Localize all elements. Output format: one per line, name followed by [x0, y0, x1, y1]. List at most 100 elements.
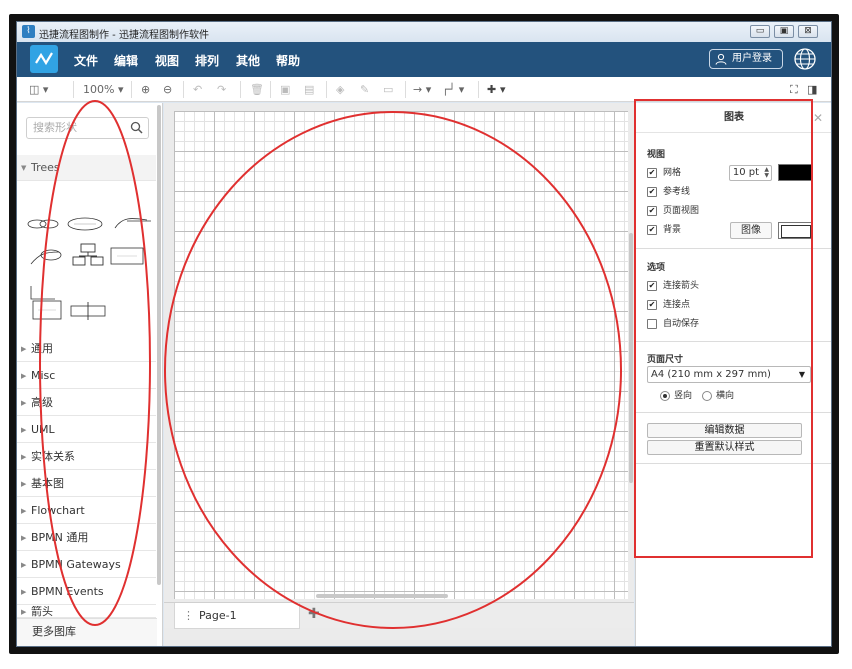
- guides-label: 参考线: [663, 187, 691, 197]
- canvas-horizontal-scrollbar[interactable]: [316, 594, 448, 598]
- chevron-right-icon: ▶: [21, 588, 27, 596]
- close-button[interactable]: ⊠: [798, 25, 818, 38]
- menu-edit[interactable]: 编辑: [114, 52, 138, 69]
- autosave-label: 自动保存: [663, 319, 700, 329]
- close-icon[interactable]: ✕: [813, 103, 823, 133]
- menu-help[interactable]: 帮助: [276, 52, 300, 69]
- grid-label: 网格: [663, 168, 682, 178]
- grid-size-input[interactable]: 10 pt ▲ ▼: [729, 165, 772, 181]
- section-entity-relation[interactable]: ▶ 实体关系: [17, 444, 156, 470]
- tree-shape-branch[interactable]: [114, 218, 151, 229]
- connection-points-checkbox[interactable]: ✔ 连接点: [647, 299, 690, 311]
- section-bpmn-gateways[interactable]: ▶ BPMN Gateways: [17, 552, 156, 578]
- landscape-radio[interactable]: 横向: [702, 390, 734, 402]
- format-panel: 图表 ✕ 视图 ✔ 网格 10 pt ▲ ▼ ✔ 参考线 ✔ 页面视图 ✔ 背景 图像 选项…: [635, 103, 831, 646]
- menu-arrange[interactable]: 排列: [195, 52, 219, 69]
- tree-shape-central-idea[interactable]: [67, 217, 103, 231]
- section-label: 基本图: [31, 477, 64, 490]
- undo-icon[interactable]: ↶: [193, 82, 202, 97]
- landscape-label: 横向: [716, 391, 735, 401]
- fit-icon[interactable]: ⛶: [790, 82, 798, 97]
- grid-checkbox[interactable]: ✔ 网格: [647, 167, 681, 179]
- search-input[interactable]: 搜索形状: [26, 117, 149, 139]
- section-basic[interactable]: ▶ 基本图: [17, 471, 156, 497]
- section-bpmn-general[interactable]: ▶ BPMN 通用: [17, 525, 156, 551]
- fill-color-icon[interactable]: ◈: [336, 82, 344, 97]
- page-tab-bar: ⋮ Page-1 ✚: [164, 602, 634, 629]
- connection-arrows-checkbox[interactable]: ✔ 连接箭头: [647, 280, 699, 292]
- section-label: 实体关系: [31, 450, 75, 463]
- to-back-icon[interactable]: ▤: [304, 82, 314, 97]
- toolbar-separator: [405, 81, 406, 98]
- reset-style-button[interactable]: 重置默认样式: [647, 440, 802, 455]
- tree-shape-connector[interactable]: [70, 302, 106, 320]
- page-view-label: 页面视图: [663, 206, 700, 216]
- tree-shape-sub-tree[interactable]: [110, 247, 144, 265]
- background-image-button[interactable]: 图像: [730, 222, 772, 239]
- grid-color-swatch[interactable]: [778, 164, 812, 181]
- redo-icon[interactable]: ↷: [217, 82, 226, 97]
- zoom-out-icon[interactable]: ⊖: [163, 82, 172, 97]
- tree-shape-sub-topic[interactable]: [30, 249, 62, 265]
- chevron-down-icon: ▼: [21, 164, 27, 172]
- tree-shape-mindmap[interactable]: [27, 219, 59, 229]
- waypoints-icon[interactable]: ┌┘ ▾: [442, 82, 464, 97]
- chevron-right-icon: ▶: [21, 453, 27, 461]
- to-front-icon[interactable]: ▣: [280, 82, 290, 97]
- background-color-swatch[interactable]: [778, 222, 812, 239]
- portrait-radio[interactable]: 竖向: [660, 390, 692, 402]
- spinner-icon[interactable]: ▲ ▼: [764, 167, 769, 179]
- search-icon[interactable]: [130, 121, 143, 134]
- page-view-icon[interactable]: ◫ ▾: [29, 82, 48, 97]
- login-label: 用户登录: [732, 53, 772, 64]
- tree-shape-container[interactable]: [30, 286, 62, 320]
- section-bpmn-events[interactable]: ▶ BPMN Events: [17, 579, 156, 605]
- zoom-in-icon[interactable]: ⊕: [141, 82, 150, 97]
- portrait-label: 竖向: [674, 391, 693, 401]
- insert-icon[interactable]: ✚ ▾: [487, 82, 506, 97]
- line-color-icon[interactable]: ✎: [360, 82, 369, 97]
- login-button[interactable]: 用户登录: [709, 49, 783, 69]
- diagram-grid-canvas[interactable]: [174, 111, 628, 599]
- background-checkbox[interactable]: ✔ 背景: [647, 224, 681, 236]
- canvas-vertical-scrollbar[interactable]: [629, 233, 633, 483]
- fullscreen-icon[interactable]: ◨: [807, 82, 817, 97]
- menu-extras[interactable]: 其他: [236, 52, 260, 69]
- delete-icon[interactable]: 🗑: [250, 82, 264, 97]
- section-label: Misc: [31, 369, 56, 382]
- radio-selected-icon: [660, 391, 670, 401]
- autosave-checkbox[interactable]: 自动保存: [647, 318, 699, 330]
- section-misc[interactable]: ▶ Misc: [17, 363, 156, 389]
- panel-divider: [636, 341, 831, 342]
- page-tab-label: Page-1: [199, 609, 237, 622]
- page-view-checkbox[interactable]: ✔ 页面视图: [647, 205, 699, 217]
- section-flowchart[interactable]: ▶ Flowchart: [17, 498, 156, 524]
- page-size-select[interactable]: A4 (210 mm x 297 mm) ▼: [647, 366, 811, 383]
- canvas-area: ⋮ Page-1 ✚: [164, 103, 634, 646]
- menu-view[interactable]: 视图: [155, 52, 179, 69]
- tree-shape-org-chart[interactable]: [72, 243, 104, 266]
- add-page-icon[interactable]: ✚: [308, 606, 320, 622]
- menu-file[interactable]: 文件: [74, 52, 98, 69]
- more-shapes-button[interactable]: 更多图库: [17, 618, 157, 646]
- section-trees[interactable]: ▼ Trees: [17, 155, 156, 181]
- shadow-icon[interactable]: ▭: [383, 82, 393, 97]
- section-advanced[interactable]: ▶ 高级: [17, 390, 156, 416]
- panel-divider: [636, 463, 831, 464]
- connection-icon[interactable]: → ▾: [413, 82, 431, 97]
- guides-checkbox[interactable]: ✔ 参考线: [647, 186, 690, 198]
- zoom-select[interactable]: 100% ▾: [83, 82, 123, 97]
- page-tab[interactable]: ⋮ Page-1: [174, 603, 300, 629]
- edit-data-button[interactable]: 编辑数据: [647, 423, 802, 438]
- globe-icon[interactable]: [792, 46, 818, 72]
- chevron-right-icon: ▶: [21, 426, 27, 434]
- sidebar-scrollbar[interactable]: [157, 105, 161, 585]
- chevron-right-icon: ▶: [21, 480, 27, 488]
- page-menu-icon[interactable]: ⋮: [183, 603, 194, 628]
- section-arrows[interactable]: ▶ 箭头: [17, 606, 156, 618]
- section-uml[interactable]: ▶ UML: [17, 417, 156, 443]
- minimize-button[interactable]: ▭: [750, 25, 770, 38]
- title-bar: ⌇ 迅捷流程图制作 - 迅捷流程图制作软件 ▭ ▣ ⊠: [17, 22, 831, 42]
- maximize-button[interactable]: ▣: [774, 25, 794, 38]
- section-general[interactable]: ▶ 通用: [17, 336, 156, 362]
